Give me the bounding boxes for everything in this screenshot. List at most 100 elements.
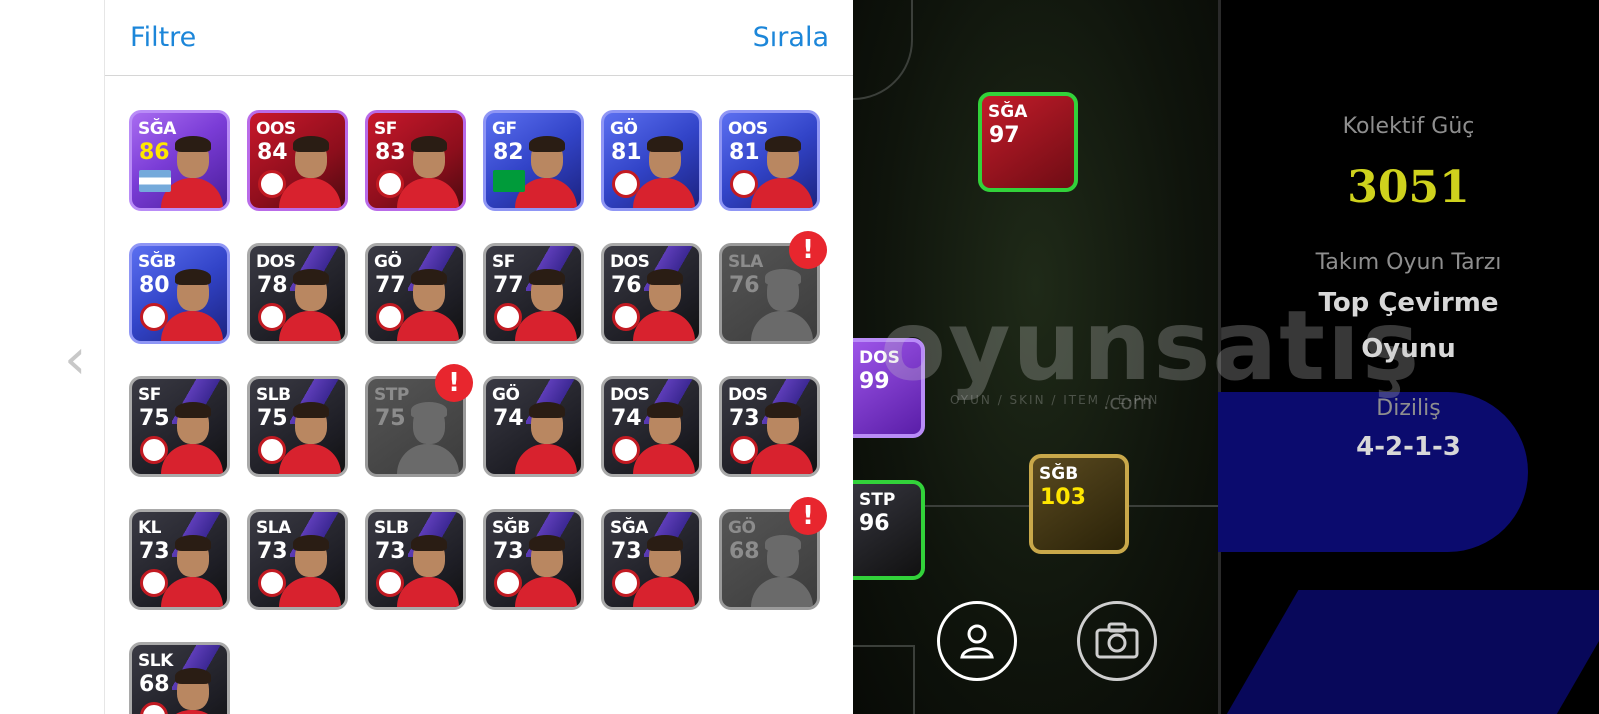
card-rating: 73 — [139, 539, 170, 564]
club-badge-icon — [612, 303, 640, 331]
player-card[interactable]: KL 73 — [129, 509, 230, 610]
card-rating: 73 — [493, 539, 524, 564]
card-position: GÖ — [374, 252, 402, 272]
player-card[interactable]: GÖ 74 — [483, 376, 584, 477]
brazil-flag-icon — [493, 170, 525, 192]
player-portrait — [751, 402, 813, 474]
player-portrait — [161, 402, 223, 474]
card-rating: 76 — [611, 273, 642, 298]
player-portrait — [751, 269, 813, 341]
player-card[interactable]: OOS 84 — [247, 110, 348, 211]
card-position: SLK — [138, 651, 173, 671]
card-rating: 76 — [729, 273, 760, 298]
player-card[interactable]: SLB 75 — [247, 376, 348, 477]
player-portrait — [751, 136, 813, 208]
player-portrait — [397, 535, 459, 607]
card-position: SĞA — [988, 102, 1028, 122]
player-card[interactable]: SĞB 80 — [129, 243, 230, 344]
player-portrait — [161, 535, 223, 607]
watermark-logo: oyunsatış — [880, 290, 1422, 402]
card-position: STP — [374, 385, 409, 405]
card-rating: 73 — [257, 539, 288, 564]
player-portrait — [633, 535, 695, 607]
lazio-badge-icon — [612, 569, 640, 597]
card-rating: 81 — [611, 140, 642, 165]
card-rating: 68 — [729, 539, 760, 564]
card-rating: 83 — [375, 140, 406, 165]
player-portrait — [397, 136, 459, 208]
player-card[interactable]: DOS 74 — [601, 376, 702, 477]
pitch-player-card[interactable]: STP 96 — [853, 480, 925, 580]
player-portrait — [279, 402, 341, 474]
player-portrait — [161, 269, 223, 341]
club-badge-icon — [494, 569, 522, 597]
club-badge-icon — [258, 436, 286, 464]
card-position: GÖ — [728, 518, 756, 538]
card-rating: 73 — [729, 406, 760, 431]
card-rating: 73 — [375, 539, 406, 564]
pitch-player-card[interactable]: SĞA 97 — [978, 92, 1078, 192]
card-rating: 82 — [493, 140, 524, 165]
club-badge-icon — [376, 303, 404, 331]
card-position: OOS — [256, 119, 296, 139]
player-portrait — [751, 535, 813, 607]
player-card[interactable]: OOS 81 — [719, 110, 820, 211]
player-card[interactable]: SF 77 — [483, 243, 584, 344]
player-card[interactable]: GÖ 81 — [601, 110, 702, 211]
player-card[interactable]: SF 83 — [365, 110, 466, 211]
player-card[interactable]: GÖ 77 — [365, 243, 466, 344]
club-badge-icon — [730, 436, 758, 464]
power-value: 3051 — [1347, 162, 1470, 213]
card-rating: 75 — [375, 406, 406, 431]
left-margin: ‹ — [0, 0, 104, 714]
man-utd-badge-icon — [376, 170, 404, 198]
alert-icon: ! — [435, 364, 473, 402]
card-position: SLA — [256, 518, 291, 538]
player-card[interactable]: DOS 76 — [601, 243, 702, 344]
player-card[interactable]: SĞB 73 — [483, 509, 584, 610]
player-card[interactable]: SĞA 86 — [129, 110, 230, 211]
pitch-line — [853, 645, 913, 647]
card-rating: 96 — [859, 511, 890, 536]
alert-icon: ! — [789, 497, 827, 535]
player-card[interactable]: SLB 73 — [365, 509, 466, 610]
club-badge-icon — [612, 436, 640, 464]
player-list-panel: Filtre Sırala SĞA 86 OOS 84 SF 83 GF 82 GÖ 81 OOS 8… — [104, 0, 854, 714]
player-card[interactable]: SLK 68 — [129, 642, 230, 714]
fenerbahce-badge-icon — [612, 170, 640, 198]
alert-icon: ! — [789, 231, 827, 269]
card-position: SĞA — [610, 518, 648, 538]
player-card[interactable]: SĞA 73 — [601, 509, 702, 610]
club-badge-icon — [140, 569, 168, 597]
club-badge-icon — [140, 303, 168, 331]
card-position: OOS — [728, 119, 768, 139]
player-card[interactable]: DOS 73 — [719, 376, 820, 477]
watermark-domain: .com — [1103, 390, 1153, 414]
panel-header: Filtre Sırala — [105, 0, 854, 76]
player-portrait — [515, 269, 577, 341]
card-position: GÖ — [610, 119, 638, 139]
chevron-left-icon[interactable]: ‹ — [64, 330, 94, 390]
play-style-label: Takım Oyun Tarzı — [1315, 250, 1502, 275]
card-position: GÖ — [492, 385, 520, 405]
card-rating: 75 — [139, 406, 170, 431]
card-position: SĞB — [138, 252, 176, 272]
camera-button[interactable] — [1077, 601, 1157, 681]
card-position: STP — [859, 490, 896, 510]
player-card[interactable]: SLA 73 — [247, 509, 348, 610]
card-rating: 74 — [611, 406, 642, 431]
card-position: SLB — [374, 518, 409, 538]
player-portrait — [161, 668, 223, 714]
card-position: SF — [374, 119, 397, 139]
card-rating: 68 — [139, 672, 170, 697]
person-button[interactable] — [937, 601, 1017, 681]
pitch-player-card[interactable]: SĞB 103 — [1029, 454, 1129, 554]
sort-button[interactable]: Sırala — [753, 22, 829, 53]
frankfurt-badge-icon — [140, 436, 168, 464]
player-card[interactable]: SF 75 — [129, 376, 230, 477]
filter-button[interactable]: Filtre — [130, 22, 196, 53]
psv-badge-icon — [258, 569, 286, 597]
player-card[interactable]: GF 82 — [483, 110, 584, 211]
pitch-arc — [853, 0, 913, 100]
player-card[interactable]: DOS 78 — [247, 243, 348, 344]
